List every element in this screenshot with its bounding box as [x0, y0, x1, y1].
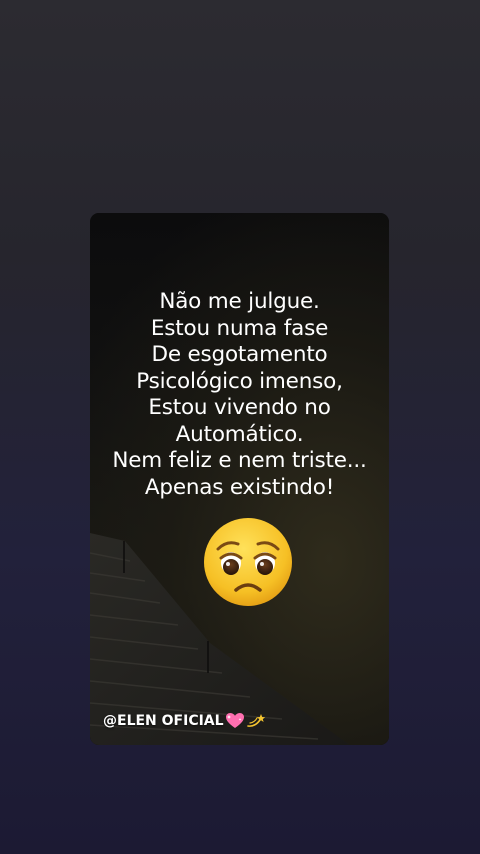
quote-line: Automático. [175, 421, 304, 447]
story-card[interactable]: Não me julgue. Estou numa fase De esgota… [90, 213, 389, 745]
quote-line: Estou numa fase [150, 315, 329, 341]
pleading-sad-face-icon [204, 518, 292, 606]
quote-text: Não me julgue. Estou numa fase De esgota… [90, 289, 389, 501]
quote-line: Nem feliz e nem triste... [112, 448, 367, 473]
quote-line: Estou vivendo no [148, 395, 331, 420]
author-handle[interactable]: @ELEN OFICIAL [103, 712, 266, 730]
dizzy-star-icon [246, 714, 265, 727]
quote-line: Não me julgue. [159, 289, 320, 314]
quote-line: Apenas existindo! [144, 474, 335, 500]
author-handle-text: @ELEN OFICIAL [103, 713, 224, 729]
quote-line: De esgotamento [151, 342, 328, 367]
quote-line: Psicológico imenso, [136, 368, 343, 394]
sparkling-heart-icon [225, 713, 244, 728]
